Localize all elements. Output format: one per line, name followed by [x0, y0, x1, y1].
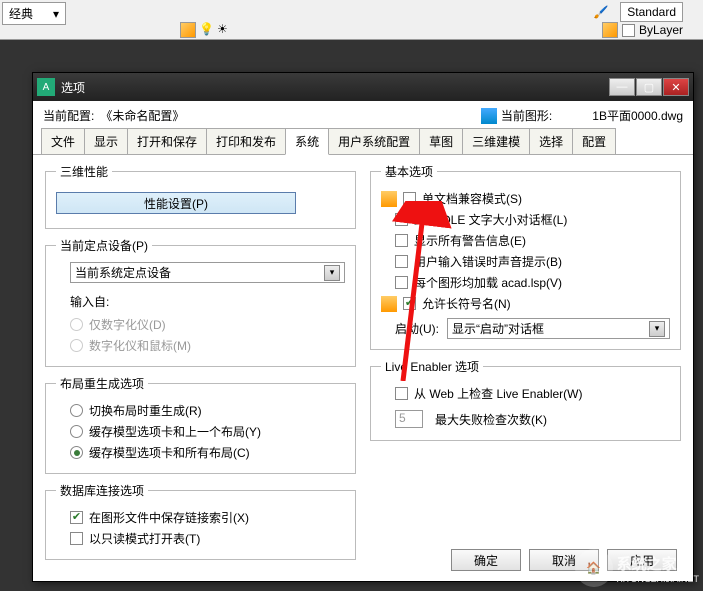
- lamp-toolbar: 💡 ☀: [180, 22, 228, 38]
- pointing-legend: 当前定点设备(P): [56, 237, 152, 254]
- db-c1-label: 在图形文件中保存链接索引(X): [89, 509, 249, 526]
- close-button[interactable]: ✕: [663, 78, 689, 96]
- check-sdi[interactable]: [403, 192, 416, 205]
- sun-icon[interactable]: ☀: [217, 22, 228, 38]
- radio-digitizer-mouse: [70, 339, 83, 352]
- radio-both-label: 数字化仪和鼠标(M): [89, 337, 191, 354]
- bylayer-label: ByLayer: [639, 23, 683, 37]
- c-longnames-label: 允许长符号名(N): [422, 295, 511, 312]
- layer-style-dropdown[interactable]: 经典 ▾: [2, 2, 66, 25]
- regen-r3-label: 缓存模型选项卡和所有布局(C): [89, 444, 250, 461]
- launch-value: 显示“启动”对话框: [452, 320, 544, 337]
- c-acadlsp-label: 每个图形均加载 acad.lsp(V): [414, 274, 562, 291]
- watermark-text: 系统之家: [617, 553, 699, 574]
- db-c2-label: 以只读模式打开表(T): [89, 530, 200, 547]
- check-acadlsp[interactable]: [395, 276, 408, 289]
- regen-group: 布局重生成选项 切换布局时重生成(R) 缓存模型选项卡和上一个布局(Y) 缓存模…: [45, 375, 356, 474]
- check-live-enabler[interactable]: [395, 387, 408, 400]
- current-drawing-value: 1B平面0000.dwg: [592, 107, 683, 124]
- minimize-button[interactable]: —: [609, 78, 635, 96]
- perf-settings-button[interactable]: 性能设置(P): [56, 192, 296, 214]
- radio-cache-all[interactable]: [70, 446, 83, 459]
- basic-options-group: 基本选项 单文档兼容模式(S) 显示 OLE 文字大小对话框(L) 显示所有警告…: [370, 163, 681, 350]
- toolbar-icon[interactable]: [180, 22, 196, 38]
- c-beep-label: 用户输入错误时声音提示(B): [414, 253, 562, 270]
- profile-header: 当前配置: 《未命名配置》 当前图形: 1B平面0000.dwg: [33, 101, 693, 128]
- legacy-icon: [381, 296, 397, 312]
- tab-selection[interactable]: 选择: [529, 128, 573, 154]
- current-drawing-label: 当前图形:: [501, 107, 552, 124]
- check-all-alerts[interactable]: [395, 234, 408, 247]
- bylayer-control: ByLayer: [602, 22, 683, 38]
- legacy-icon: [381, 191, 397, 207]
- check-long-names[interactable]: [403, 297, 416, 310]
- c-alerts-label: 显示所有警告信息(E): [414, 232, 526, 249]
- layer-style-value: 经典: [9, 5, 33, 22]
- check-beep[interactable]: [395, 255, 408, 268]
- watermark-url: XITONGZHIJIA.NET: [617, 574, 699, 584]
- perf-legend: 三维性能: [56, 163, 112, 180]
- tab-drafting[interactable]: 草图: [419, 128, 463, 154]
- c-sdi-label: 单文档兼容模式(S): [422, 190, 522, 207]
- pointing-device-value: 当前系统定点设备: [75, 264, 171, 281]
- standard-dropdown[interactable]: Standard: [620, 2, 683, 22]
- check-readonly-tables[interactable]: [70, 532, 83, 545]
- tab-files[interactable]: 文件: [41, 128, 85, 154]
- dialog-title: 选项: [61, 79, 609, 96]
- chevron-down-icon: ▾: [53, 7, 59, 21]
- max-fail-input[interactable]: 5: [395, 410, 423, 428]
- live-check-label: 从 Web 上检查 Live Enabler(W): [414, 385, 583, 402]
- tab-open-save[interactable]: 打开和保存: [127, 128, 207, 154]
- background-toolbar: 经典 ▾ 🖌️ Standard 💡 ☀ ByLayer: [0, 0, 703, 40]
- radio-digitizer-label: 仅数字化仪(D): [89, 316, 166, 333]
- regen-r2-label: 缓存模型选项卡和上一个布局(Y): [89, 423, 261, 440]
- dialog-titlebar[interactable]: A 选项 — ▢ ✕: [33, 73, 693, 101]
- check-ole-size[interactable]: [395, 213, 408, 226]
- regen-r1-label: 切换布局时重生成(R): [89, 402, 202, 419]
- chevron-down-icon: ▾: [324, 265, 340, 281]
- tab-user-pref[interactable]: 用户系统配置: [328, 128, 420, 154]
- max-fail-label: 最大失败检查次数(K): [435, 411, 547, 428]
- tab-display[interactable]: 显示: [84, 128, 128, 154]
- check-store-link-index[interactable]: [70, 511, 83, 524]
- db-legend: 数据库连接选项: [56, 482, 148, 499]
- radio-regen-switch[interactable]: [70, 404, 83, 417]
- drawing-icon: [481, 108, 497, 124]
- chevron-down-icon: ▾: [649, 321, 665, 337]
- tab-strip: 文件 显示 打开和保存 打印和发布 系统 用户系统配置 草图 三维建模 选择 配…: [33, 128, 693, 155]
- perf-group: 三维性能 性能设置(P): [45, 163, 356, 229]
- watermark: 🏠 系统之家 XITONGZHIJIA.NET: [575, 549, 699, 587]
- pointing-device-select[interactable]: 当前系统定点设备 ▾: [70, 262, 345, 283]
- tab-profiles[interactable]: 配置: [572, 128, 616, 154]
- db-group: 数据库连接选项 在图形文件中保存链接索引(X) 以只读模式打开表(T): [45, 482, 356, 560]
- live-enabler-group: Live Enabler 选项 从 Web 上检查 Live Enabler(W…: [370, 358, 681, 441]
- app-icon: A: [37, 78, 55, 96]
- current-profile-label: 当前配置:: [43, 107, 94, 124]
- ok-button[interactable]: 确定: [451, 549, 521, 571]
- live-legend: Live Enabler 选项: [381, 358, 483, 375]
- pointing-group: 当前定点设备(P) 当前系统定点设备 ▾ 输入自: 仅数字化仪(D) 数字化仪和…: [45, 237, 356, 367]
- paint-brush-icon[interactable]: 🖌️: [590, 2, 612, 22]
- launch-select[interactable]: 显示“启动”对话框 ▾: [447, 318, 670, 339]
- input-from-label: 输入自:: [56, 289, 345, 314]
- basic-legend: 基本选项: [381, 163, 437, 180]
- tab-3d-modeling[interactable]: 三维建模: [462, 128, 530, 154]
- standard-value: Standard: [627, 5, 676, 19]
- current-profile-value: 《未命名配置》: [100, 107, 184, 124]
- lightbulb-icon[interactable]: 💡: [199, 22, 214, 38]
- radio-cache-last[interactable]: [70, 425, 83, 438]
- toolbar-icon[interactable]: [602, 22, 618, 38]
- maximize-button[interactable]: ▢: [636, 78, 662, 96]
- options-dialog: A 选项 — ▢ ✕ 当前配置: 《未命名配置》 当前图形: 1B平面0000.…: [32, 72, 694, 582]
- launch-label: 启动(U):: [395, 320, 439, 337]
- watermark-logo-icon: 🏠: [575, 549, 613, 587]
- perf-button-label: 性能设置(P): [144, 195, 208, 212]
- c-ole-label: 显示 OLE 文字大小对话框(L): [414, 211, 567, 228]
- bylayer-checkbox[interactable]: [622, 24, 635, 37]
- tab-system[interactable]: 系统: [285, 128, 329, 155]
- radio-digitizer-only: [70, 318, 83, 331]
- regen-legend: 布局重生成选项: [56, 375, 148, 392]
- tab-print-publish[interactable]: 打印和发布: [206, 128, 286, 154]
